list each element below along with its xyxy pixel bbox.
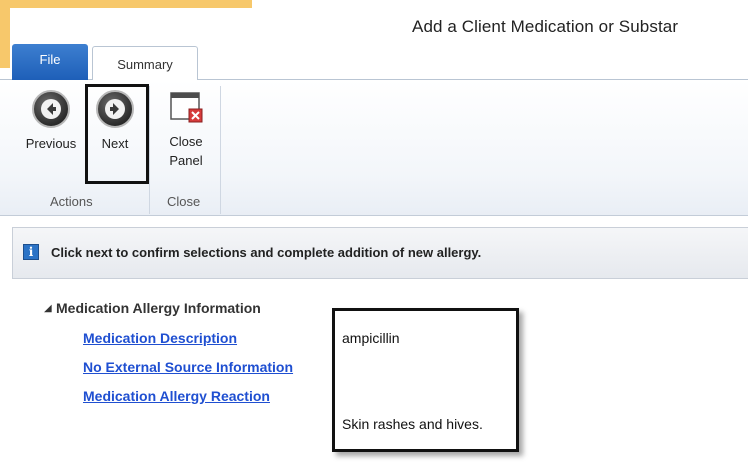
accent-strip-top xyxy=(0,0,252,8)
medication-allergy-reaction-link[interactable]: Medication Allergy Reaction xyxy=(83,388,270,404)
group-label-actions: Actions xyxy=(50,194,93,209)
medication-description-link[interactable]: Medication Description xyxy=(83,330,237,346)
close-panel-label-line2: Panel xyxy=(169,153,203,168)
next-label: Next xyxy=(101,136,129,151)
group-label-close: Close xyxy=(167,194,201,209)
arrow-left-icon xyxy=(32,90,70,128)
close-panel-label: Close Panel xyxy=(160,132,212,170)
ribbon-group-separator xyxy=(149,86,150,214)
accent-strip-left xyxy=(0,0,10,68)
previous-button[interactable]: Previous xyxy=(18,90,84,153)
tab-summary[interactable]: Summary xyxy=(92,46,198,81)
next-button[interactable]: Next xyxy=(86,90,144,153)
section-title: Medication Allergy Information xyxy=(56,300,261,316)
ribbon-group-separator xyxy=(220,86,221,214)
close-panel-icon xyxy=(168,90,204,126)
medication-description-value: ampicillin xyxy=(342,330,400,346)
medication-allergy-reaction-value: Skin rashes and hives. xyxy=(342,416,483,432)
previous-label: Previous xyxy=(25,136,77,151)
info-message: Click next to confirm selections and com… xyxy=(51,245,482,260)
no-external-source-link[interactable]: No External Source Information xyxy=(83,359,293,375)
info-icon: i xyxy=(23,244,39,260)
tab-file[interactable]: File xyxy=(12,44,88,80)
arrow-right-icon xyxy=(96,90,134,128)
collapse-triangle-icon[interactable]: ◢ xyxy=(44,303,52,314)
close-panel-button[interactable]: Close Panel xyxy=(160,90,212,170)
window-title: Add a Client Medication or Substar xyxy=(412,17,679,36)
close-panel-label-line1: Close xyxy=(169,134,203,149)
